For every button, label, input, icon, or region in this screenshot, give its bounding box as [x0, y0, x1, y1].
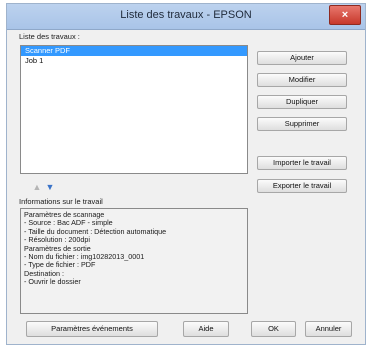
cancel-button[interactable]: Annuler: [305, 321, 352, 337]
ok-button[interactable]: OK: [251, 321, 296, 337]
edit-button[interactable]: Modifier: [257, 73, 347, 87]
title-bar[interactable]: Liste des travaux - EPSON ×: [7, 4, 365, 30]
move-down-icon[interactable]: ▼: [45, 182, 55, 192]
job-list-label: Liste des travaux :: [19, 32, 80, 41]
close-button[interactable]: ×: [329, 5, 361, 25]
move-up-icon[interactable]: ▲: [32, 182, 42, 192]
job-info-box: Paramètres de scannage - Source : Bac AD…: [20, 208, 248, 314]
delete-button[interactable]: Supprimer: [257, 117, 347, 131]
job-list-item[interactable]: Scanner PDF: [21, 46, 247, 56]
job-list-dialog: Liste des travaux - EPSON × Liste des tr…: [6, 3, 366, 345]
info-line: - Ouvrir le dossier: [24, 277, 81, 287]
window-title: Liste des travaux - EPSON: [120, 9, 252, 21]
duplicate-button[interactable]: Dupliquer: [257, 95, 347, 109]
export-job-button[interactable]: Exporter le travail: [257, 179, 347, 193]
job-info-label: Informations sur le travail: [19, 197, 103, 206]
event-settings-button[interactable]: Paramètres événements: [26, 321, 158, 337]
add-button[interactable]: Ajouter: [257, 51, 347, 65]
job-list-item[interactable]: Job 1: [21, 56, 247, 66]
help-button[interactable]: Aide: [183, 321, 229, 337]
import-job-button[interactable]: Importer le travail: [257, 156, 347, 170]
job-list[interactable]: Scanner PDF Job 1: [20, 45, 248, 174]
